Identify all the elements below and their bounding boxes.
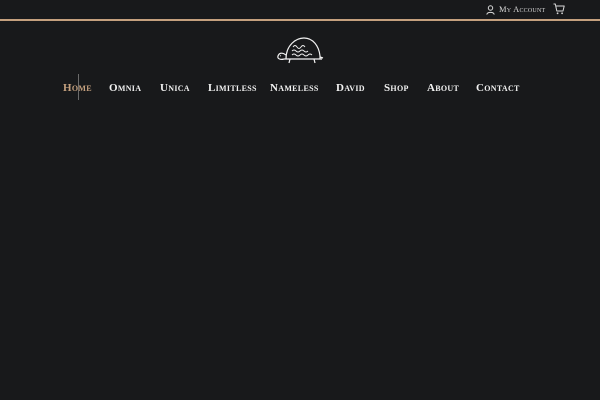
user-icon	[486, 4, 495, 15]
page: My Account Home Omnia Unica Limitless Na…	[0, 0, 600, 400]
nav-item-home[interactable]: Home	[63, 81, 92, 95]
nav-item-nameless[interactable]: Nameless	[270, 81, 319, 95]
turtle-logo-icon	[276, 34, 324, 66]
top-bar-accent-line	[0, 19, 600, 21]
my-account-label: My Account	[499, 4, 546, 14]
nav-item-david[interactable]: David	[336, 81, 365, 95]
nav-item-contact[interactable]: Contact	[476, 81, 520, 95]
top-bar: My Account	[0, 0, 600, 19]
site-logo[interactable]	[276, 34, 324, 66]
main-content	[0, 110, 600, 400]
nav-item-about[interactable]: About	[427, 81, 459, 95]
cart-icon	[553, 3, 565, 15]
nav-item-limitless[interactable]: Limitless	[208, 81, 257, 95]
my-account-link[interactable]: My Account	[486, 3, 545, 16]
nav-item-omnia[interactable]: Omnia	[109, 81, 141, 95]
nav-item-shop[interactable]: Shop	[384, 81, 409, 95]
cart-button[interactable]	[553, 3, 565, 15]
main-nav: Home Omnia Unica Limitless Nameless Davi…	[0, 74, 600, 102]
nav-item-unica[interactable]: Unica	[160, 81, 190, 95]
